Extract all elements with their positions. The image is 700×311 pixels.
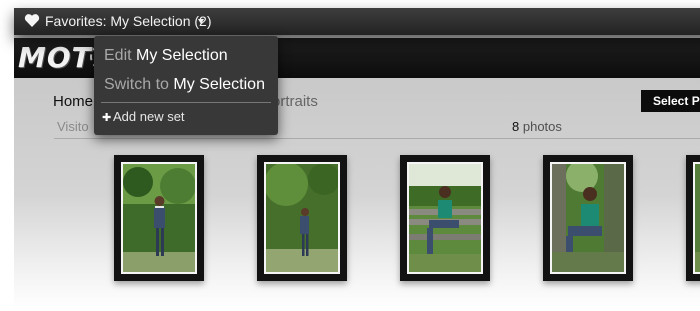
photo-thumbnail[interactable] [114, 155, 204, 281]
plus-icon: ✚ [102, 112, 112, 124]
menu-item-edit-target: My Selection [136, 47, 228, 64]
menu-item-add-label: Add new set [113, 109, 185, 124]
select-photos-button[interactable]: Select Ph [641, 90, 700, 112]
photo-count-number: 8 [512, 119, 520, 134]
menu-item-switch-selection[interactable]: Switch to My Selection [104, 76, 265, 94]
photo-image [264, 162, 340, 274]
visitor-label: Visito [57, 119, 89, 134]
menu-divider [101, 102, 271, 103]
heart-icon [24, 14, 40, 27]
menu-item-edit-prefix: Edit [104, 47, 132, 64]
favorites-dropdown-menu: Edit My Selection Switch to My Selection… [94, 36, 278, 135]
menu-item-switch-prefix: Switch to [104, 76, 169, 93]
favorites-label[interactable]: Favorites: My Selection (2) [45, 13, 212, 29]
menu-item-add-new-set[interactable]: ✚ Add new set [102, 109, 185, 124]
photo-image [121, 162, 197, 274]
menu-item-switch-target: My Selection [173, 76, 265, 93]
header-divider [54, 138, 700, 139]
breadcrumb-portraits[interactable]: ortraits [272, 93, 318, 110]
photo-thumbnail[interactable] [543, 155, 633, 281]
logo-text: MOT [18, 40, 92, 74]
menu-item-edit-selection[interactable]: Edit My Selection [104, 47, 228, 65]
photo-image [407, 162, 483, 274]
photo-image [693, 162, 700, 274]
chevron-down-icon[interactable] [198, 19, 204, 24]
photo-image [550, 162, 626, 274]
photo-count: 8 photos [512, 119, 562, 134]
breadcrumb-home[interactable]: Home [53, 93, 93, 110]
photo-thumbnail[interactable] [400, 155, 490, 281]
photo-count-label: photos [522, 119, 562, 134]
photo-thumbnail[interactable] [686, 155, 700, 281]
favorites-bar[interactable]: Favorites: My Selection (2) [14, 8, 700, 35]
photo-thumbnail[interactable] [257, 155, 347, 281]
